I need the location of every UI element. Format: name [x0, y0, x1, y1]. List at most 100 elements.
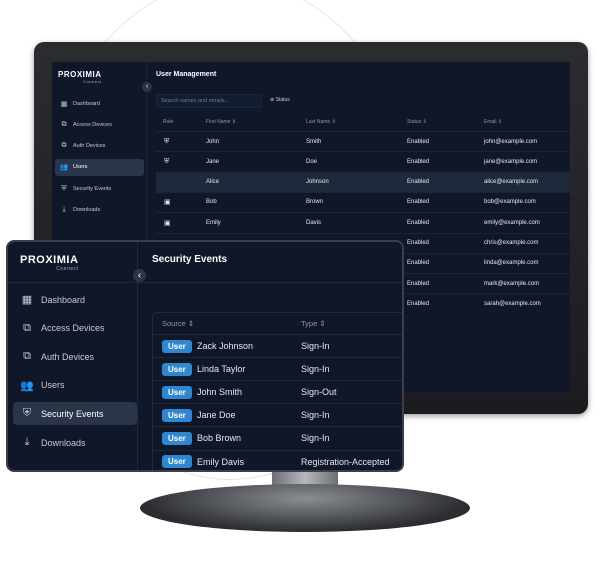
sidebar-item-label: Access Devices [41, 323, 105, 334]
table-row[interactable]: ▣ Bob Brown Enabled bob@example.com [156, 191, 570, 212]
sidebar-item-dashboard[interactable]: ▦ Dashboard [13, 288, 137, 311]
shield-icon: ⛨ [22, 407, 32, 420]
users-icon: 👥 [59, 164, 69, 172]
table-row[interactable]: ⛨ Jane Doe Enabled jane@example.com [156, 151, 570, 171]
sidebar-item-label: Dashboard [41, 294, 86, 305]
table-row[interactable]: User John Smith Sign-Out [152, 380, 402, 403]
status: Enabled [407, 240, 430, 246]
column-header-type[interactable]: Type ⇕ [301, 319, 326, 328]
status: Enabled [407, 138, 430, 145]
sidebar-item-label: Security Events [73, 185, 112, 192]
table-row[interactable]: User Bob Brown Sign-In [152, 426, 402, 449]
email: alice@example.com [484, 179, 539, 186]
email: emily@example.com [484, 219, 540, 226]
event-type: Sign-In [301, 433, 330, 444]
column-header-source[interactable]: Source ⇕ [162, 319, 194, 328]
devices-icon: ⧉ [23, 321, 31, 334]
sidebar-item-auth-devices[interactable]: ⧉ Auth Devices [55, 138, 144, 155]
logo-sub: Connect [56, 266, 79, 272]
source-name: Linda Taylor [197, 364, 246, 375]
status: Enabled [407, 300, 430, 307]
monitor-stand-base [140, 484, 470, 532]
shield-role-icon: ⛨ [164, 137, 170, 145]
column-header-label: Email [484, 119, 497, 125]
devices-icon: ⧉ [61, 142, 67, 150]
shield-icon: ⛨ [61, 184, 67, 192]
column-header-label: Last Name [306, 119, 331, 125]
source-name: Bob Brown [197, 433, 242, 444]
table-row[interactable]: ⛨ John Smith Enabled john@example.com [156, 131, 570, 151]
email: sarah@example.com [484, 300, 541, 307]
source-badge: User [162, 431, 192, 445]
column-header[interactable]: Status ⇕ [407, 119, 427, 125]
source-name: John Smith [197, 387, 243, 398]
column-header[interactable]: Role [163, 119, 173, 125]
sidebar-item-downloads[interactable]: ⤓ Downloads [13, 431, 137, 454]
source-badge: User [162, 385, 192, 399]
event-type: Sign-Out [301, 387, 337, 398]
first-name: John [206, 138, 220, 145]
id-badge-icon: ▣ [164, 199, 171, 207]
last-name: Brown [306, 199, 324, 206]
panel-sidebar: PROXIMIA Connect ▦ Dashboard ⧉ Access Device… [8, 242, 138, 470]
table-row[interactable]: User Zack Johnson Sign-In [152, 334, 402, 357]
collapse-sidebar-button[interactable]: ‹ [133, 269, 146, 282]
source-name: Emily Davis [197, 456, 245, 467]
sidebar-item-users[interactable]: 👥 Users [13, 374, 137, 397]
sidebar-item-downloads[interactable]: ⤓ Downloads [55, 202, 144, 219]
logo-text: PROXIMIA [58, 70, 102, 79]
status: Enabled [407, 219, 430, 226]
sidebar-item-access-devices[interactable]: ⧉ Access Devices [13, 317, 137, 340]
event-type: Sign-In [301, 341, 330, 351]
table-row[interactable]: User Emily Davis Registration-Accepted [152, 449, 402, 471]
sidebar-item-label: Auth Devices [41, 351, 95, 362]
source-name: Zack Johnson [197, 341, 254, 351]
sidebar-item-access-devices[interactable]: ⧉ Access Devices [55, 116, 144, 133]
source-badge: User [162, 455, 192, 468]
search-input[interactable]: Search names and emails... [156, 94, 262, 108]
id-badge-icon: ▣ [164, 219, 171, 227]
first-name: Emily [206, 219, 221, 226]
download-icon: ⤓ [24, 436, 30, 448]
sidebar-item-security-events[interactable]: ⛨ Security Events [13, 402, 137, 426]
column-header-label: Type [301, 319, 318, 328]
email: john@example.com [484, 138, 538, 145]
column-header-label: Source [162, 319, 186, 328]
table-row[interactable]: Alice Johnson Enabled alice@example.com [156, 171, 570, 192]
devices-icon: ⧉ [61, 120, 67, 128]
sidebar-item-dashboard[interactable]: ▦ Dashboard [55, 95, 144, 112]
table-row[interactable]: User Linda Taylor Sign-In [152, 357, 402, 380]
status: Enabled [407, 280, 430, 287]
source-badge: User [162, 362, 192, 376]
sidebar-item-users[interactable]: 👥 Users [55, 158, 144, 176]
last-name: Smith [306, 138, 322, 145]
event-type: Sign-In [301, 364, 330, 375]
event-type: Sign-In [301, 410, 330, 421]
sidebar-item-label: Auth Devices [73, 143, 106, 150]
last-name: Doe [306, 158, 318, 165]
first-name: Alice [206, 179, 220, 186]
sidebar-item-label: Downloads [73, 207, 101, 213]
collapse-sidebar-button[interactable]: ‹ [142, 82, 152, 92]
sidebar-item-security-events[interactable]: ⛨ Security Events [55, 180, 144, 197]
column-header[interactable]: Email ⇕ [484, 119, 502, 125]
table-header: Role First Name ⇕ Last Name ⇕ Status ⇕ Email… [156, 112, 570, 132]
logo-sub: Connect [83, 79, 102, 84]
download-icon: ⤓ [62, 206, 66, 213]
sidebar-item-label: Users [73, 164, 88, 171]
column-header[interactable]: Last Name ⇕ [306, 119, 336, 125]
source-badge: User [162, 408, 192, 422]
sidebar-item-auth-devices[interactable]: ⧉ Auth Devices [13, 345, 137, 368]
email: bob@example.com [484, 199, 536, 206]
column-header-label: Role [163, 119, 174, 125]
column-header[interactable]: First Name ⇕ [206, 119, 236, 125]
status-filter-button[interactable]: ⊕ Status [270, 97, 290, 103]
first-name: Jane [206, 158, 220, 165]
source-name: Jane Doe [197, 410, 236, 421]
event-type: Registration-Accepted [301, 456, 390, 467]
table-row[interactable]: ▣ Emily Davis Enabled emily@example.com [156, 212, 570, 232]
table-row[interactable]: User Jane Doe Sign-In [152, 403, 402, 426]
divider [138, 282, 402, 283]
email: linda@example.com [484, 260, 539, 267]
status: Enabled [407, 179, 430, 186]
